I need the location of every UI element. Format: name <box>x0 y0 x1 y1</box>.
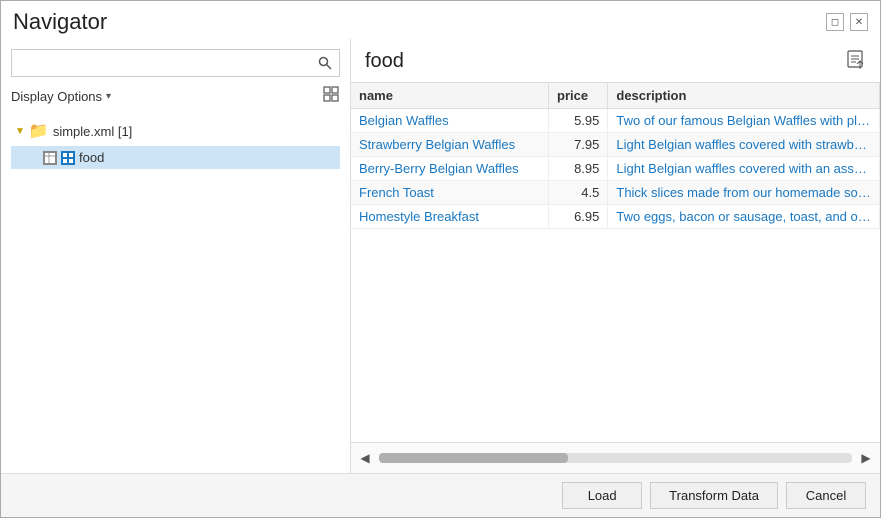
table-row[interactable]: Homestyle Breakfast6.95Two eggs, bacon o… <box>351 205 880 229</box>
table-row[interactable]: Strawberry Belgian Waffles7.95Light Belg… <box>351 133 880 157</box>
cell-name: Strawberry Belgian Waffles <box>351 133 549 157</box>
display-options-button[interactable]: Display Options ▾ <box>11 89 111 104</box>
table-row[interactable]: Berry-Berry Belgian Waffles8.95Light Bel… <box>351 157 880 181</box>
load-button[interactable]: Load <box>562 482 642 509</box>
folder-arrow-icon: ▼ <box>15 126 25 137</box>
cell-description: Two eggs, bacon or sausage, toast, and o… <box>608 205 880 229</box>
navigator-window: Navigator ◻ ✕ Display Options ▾ <box>0 0 881 518</box>
display-options-row: Display Options ▾ <box>11 85 340 108</box>
horizontal-scrollbar: ◀ ▶ <box>351 442 880 473</box>
cell-name: Homestyle Breakfast <box>351 205 549 229</box>
scroll-thumb <box>379 453 568 463</box>
folder-icon: 📁 <box>29 121 49 141</box>
col-header-description: description <box>608 83 880 109</box>
cell-name: Belgian Waffles <box>351 109 549 133</box>
table-box-inner <box>44 152 56 164</box>
right-header: food <box>351 49 880 82</box>
close-button[interactable]: ✕ <box>850 13 868 31</box>
scroll-left-button[interactable]: ◀ <box>351 447 379 469</box>
cell-name: Berry-Berry Belgian Waffles <box>351 157 549 181</box>
scroll-track[interactable] <box>379 453 852 463</box>
cell-description: Light Belgian waffles covered with straw… <box>608 133 880 157</box>
bottom-bar: Load Transform Data Cancel <box>1 473 880 517</box>
window-title: Navigator <box>13 9 107 35</box>
cell-description: Thick slices made from our homemade sour… <box>608 181 880 205</box>
nav-settings-button[interactable] <box>322 85 340 108</box>
table-row[interactable]: Belgian Waffles5.95Two of our famous Bel… <box>351 109 880 133</box>
nav-icon <box>322 85 340 103</box>
export-button[interactable] <box>846 49 866 74</box>
data-table: name price description Belgian Waffles5.… <box>351 83 880 229</box>
right-panel: food name <box>351 39 880 473</box>
cell-price: 5.95 <box>549 109 608 133</box>
cell-price: 6.95 <box>549 205 608 229</box>
cell-price: 8.95 <box>549 157 608 181</box>
search-input[interactable] <box>12 52 311 75</box>
display-options-label: Display Options <box>11 89 102 104</box>
title-bar: Navigator ◻ ✕ <box>1 1 880 39</box>
data-table-wrapper: name price description Belgian Waffles5.… <box>351 82 880 442</box>
cell-name: French Toast <box>351 181 549 205</box>
tree-root-label: simple.xml [1] <box>53 124 132 139</box>
cell-price: 4.5 <box>549 181 608 205</box>
transform-data-button[interactable]: Transform Data <box>650 482 778 509</box>
cell-price: 7.95 <box>549 133 608 157</box>
tree-folder-root[interactable]: ▼ 📁 simple.xml [1] <box>11 118 340 144</box>
cell-description: Two of our famous Belgian Waffles with p… <box>608 109 880 133</box>
table-box-icon <box>43 151 57 165</box>
chevron-down-icon: ▾ <box>106 91 111 102</box>
search-row <box>11 49 340 77</box>
export-icon <box>846 49 866 69</box>
content-area: Display Options ▾ ▼ 📁 simple.xml [1 <box>1 39 880 473</box>
col-header-price: price <box>549 83 608 109</box>
right-title: food <box>365 50 404 73</box>
tree-food-label: food <box>79 150 104 165</box>
cancel-button[interactable]: Cancel <box>786 482 866 509</box>
cell-description: Light Belgian waffles covered with an as… <box>608 157 880 181</box>
col-header-name: name <box>351 83 549 109</box>
left-panel: Display Options ▾ ▼ 📁 simple.xml [1 <box>1 39 351 473</box>
search-icon <box>318 56 332 70</box>
restore-button[interactable]: ◻ <box>826 13 844 31</box>
table-row[interactable]: French Toast4.5Thick slices made from ou… <box>351 181 880 205</box>
scroll-right-button[interactable]: ▶ <box>852 447 880 469</box>
tree-item-food[interactable]: food <box>11 146 340 169</box>
search-button[interactable] <box>311 50 339 76</box>
tree-area: ▼ 📁 simple.xml [1] food <box>11 118 340 463</box>
table-grid-icon <box>61 151 75 165</box>
window-controls: ◻ ✕ <box>826 13 868 31</box>
